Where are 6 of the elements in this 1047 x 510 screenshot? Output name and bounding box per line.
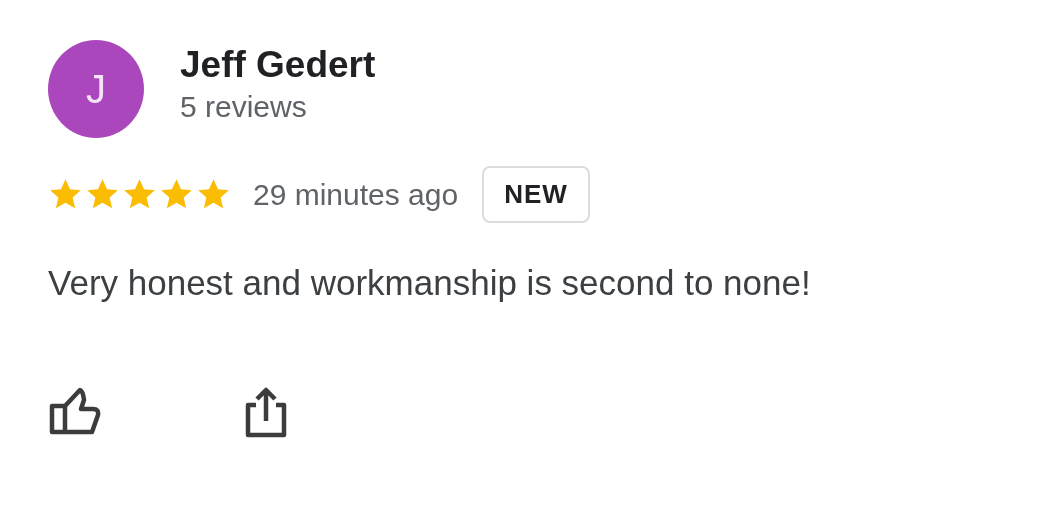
avatar: J <box>48 40 144 138</box>
author-name: Jeff Gedert <box>180 44 376 86</box>
review-time: 29 minutes ago <box>253 177 459 212</box>
new-badge: NEW <box>482 166 590 223</box>
review-count: 5 reviews <box>180 90 308 124</box>
review-text: Very honest and workmanship is second to none! <box>48 263 812 303</box>
